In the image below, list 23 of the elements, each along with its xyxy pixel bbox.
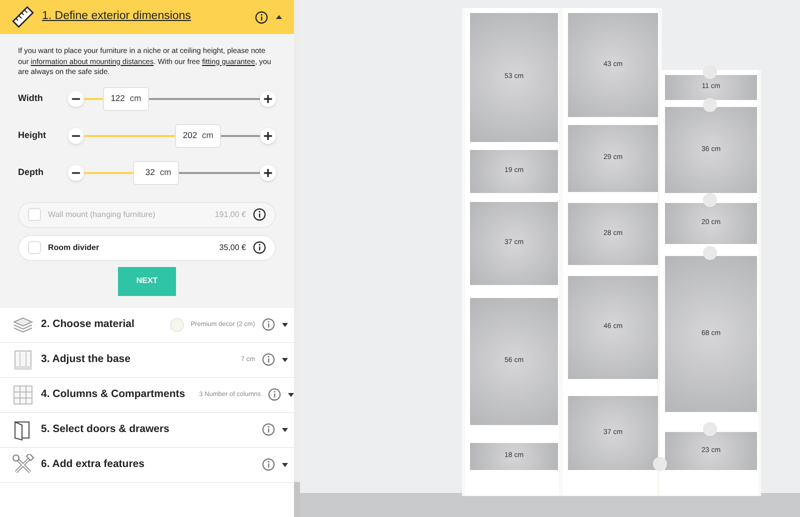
slider[interactable]: 122 cm	[84, 86, 260, 110]
field-label: Height	[18, 128, 47, 142]
step-header[interactable]: 6. Add extra features	[0, 448, 294, 482]
slider[interactable]: 202 cm	[84, 124, 260, 148]
field-label: Width	[18, 92, 44, 105]
step-title: 6. Add extra features	[41, 456, 144, 472]
step-header[interactable]: 5. Select doors & drawers	[0, 412, 294, 448]
value-field[interactable]: 122 cm	[103, 86, 150, 110]
step-header[interactable]: 1. Define exterior dimensions	[0, 0, 294, 34]
step-title: 5. Select doors & drawers	[41, 422, 170, 437]
value-field[interactable]: 202 cm	[175, 124, 222, 148]
slider[interactable]: 32 cm	[84, 160, 260, 184]
value-field[interactable]: 32 cm	[133, 160, 180, 184]
step-title: 3. Adjust the base	[41, 352, 130, 367]
field-label: Depth	[18, 166, 44, 179]
option-row[interactable]: Room divider 35,00 €	[18, 234, 276, 260]
option-label: Wall mount (hanging furniture)	[48, 208, 156, 220]
option-price: 191,00 €	[214, 208, 246, 220]
step-title: 4. Columns & Compartments	[41, 386, 186, 402]
option-label: Room divider	[48, 242, 100, 254]
step-title: 2. Choose material	[41, 316, 134, 332]
step-title: 1. Define exterior dimensions	[42, 9, 191, 24]
option-price: 35,00 €	[219, 242, 246, 254]
